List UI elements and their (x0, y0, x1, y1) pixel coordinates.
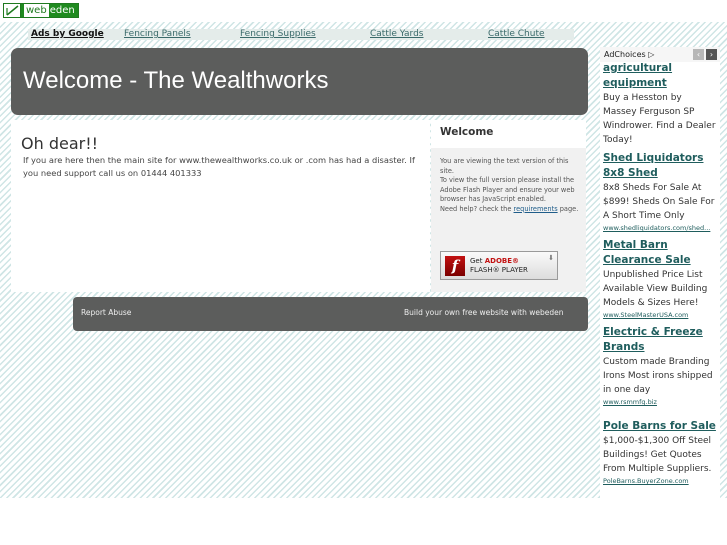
ad-body: $1,000-$1,300 Off Steel Buildings! Get Q… (603, 436, 712, 474)
ad-link-fencing-supplies[interactable]: Fencing Supplies (240, 29, 316, 40)
flash-button-label: Get ADOBE® FLASH® PLAYER (470, 257, 528, 275)
notice-help: Need help? check the requirements page. (440, 205, 580, 215)
get-flash-player-button[interactable]: f Get ADOBE® FLASH® PLAYER ⬇ (440, 251, 558, 280)
ad-body: Unpublished Price List Available View Bu… (603, 270, 708, 308)
ad-body: 8x8 Sheds For Sale At $899! Sheds On Sal… (603, 183, 715, 221)
flash-player-text: FLASH® PLAYER (470, 265, 528, 274)
logo-suffix: eden (49, 5, 75, 16)
ad-item[interactable]: Electric & Freeze Brands Custom made Bra… (603, 325, 718, 407)
ad-title[interactable]: Shed Liquidators 8x8 Shed (603, 151, 718, 181)
notice-help-suffix: page. (559, 204, 579, 213)
flash-adobe: ADOBE® (484, 256, 520, 265)
logo-text: web eden (21, 4, 78, 17)
ad-title[interactable]: agricultural equipment (603, 61, 718, 91)
ad-next-icon[interactable]: › (706, 49, 717, 60)
flash-get: Get (470, 256, 483, 265)
top-bar: web eden (0, 0, 727, 22)
content-text: If you are here then the main site for w… (23, 155, 415, 178)
ad-url[interactable]: www.shedliquidators.com/shed... (603, 223, 718, 233)
ad-title[interactable]: Electric & Freeze Brands (603, 325, 718, 355)
ad-item[interactable]: agricultural equipment Buy a Hesston by … (603, 61, 718, 147)
ad-body: Custom made Branding Irons Most irons sh… (603, 357, 713, 395)
download-arrow-icon: ⬇ (548, 254, 554, 262)
ads-by-google-link[interactable]: Ads by Google (31, 29, 104, 40)
requirements-link[interactable]: requirements (514, 205, 558, 213)
ad-link-fencing-panels[interactable]: Fencing Panels (124, 29, 191, 40)
adchoices-text: AdChoices (604, 50, 646, 59)
notice-text-version: You are viewing the text version of this… (440, 157, 569, 175)
notice-help-prefix: Need help? check the (440, 204, 512, 213)
site-header: Welcome - The Wealthworks (11, 48, 588, 115)
sidebar-panel: Welcome You are viewing the text version… (431, 120, 586, 292)
adchoices-icon: ▷ (648, 50, 655, 59)
flash-notice: You are viewing the text version of this… (440, 157, 580, 214)
ad-title[interactable]: Metal Barn Clearance Sale (603, 238, 718, 268)
webeden-logo[interactable]: web eden (3, 3, 79, 18)
ad-link-cattle-yards[interactable]: Cattle Yards (370, 29, 423, 40)
adchoices-bar: AdChoices ▷ ‹ › (600, 47, 720, 62)
ad-prev-icon[interactable]: ‹ (693, 49, 704, 60)
ad-body: Buy a Hesston by Massey Ferguson SP Wind… (603, 93, 716, 145)
report-abuse-link[interactable]: Report Abuse (81, 308, 131, 317)
ad-url[interactable]: PoleBarns.BuyerZone.com (603, 476, 718, 486)
sidebar-heading: Welcome (431, 120, 586, 148)
ad-panel: AdChoices ▷ ‹ › agricultural equipment B… (600, 47, 720, 498)
logo-prefix: web (24, 4, 49, 17)
main-content: Oh dear!! If you are here then the main … (11, 120, 430, 292)
ad-url[interactable]: www.SteelMasterUSA.com (603, 310, 718, 320)
flash-player-icon: f (445, 255, 465, 276)
site-footer: Report Abuse Build your own free website… (73, 297, 588, 331)
build-website-link[interactable]: Build your own free website with webeden (404, 308, 563, 317)
notice-install-flash: To view the full version please install … (440, 176, 575, 203)
content-heading: Oh dear!! (21, 134, 99, 153)
ad-item[interactable]: Shed Liquidators 8x8 Shed 8x8 Sheds For … (603, 151, 718, 233)
ad-url[interactable]: www.rsmmfg.biz (603, 397, 718, 407)
ad-item[interactable]: Metal Barn Clearance Sale Unpublished Pr… (603, 238, 718, 320)
page-title: Welcome - The Wealthworks (23, 67, 329, 94)
ad-title[interactable]: Pole Barns for Sale (603, 419, 718, 434)
webeden-leaf-icon (4, 4, 21, 17)
ad-item[interactable]: Pole Barns for Sale $1,000-$1,300 Off St… (603, 419, 718, 486)
ad-links-bar: Ads by Google Fencing Panels Fencing Sup… (28, 29, 574, 40)
ad-link-cattle-chute[interactable]: Cattle Chute (488, 29, 545, 40)
adchoices-label[interactable]: AdChoices ▷ (604, 50, 654, 59)
